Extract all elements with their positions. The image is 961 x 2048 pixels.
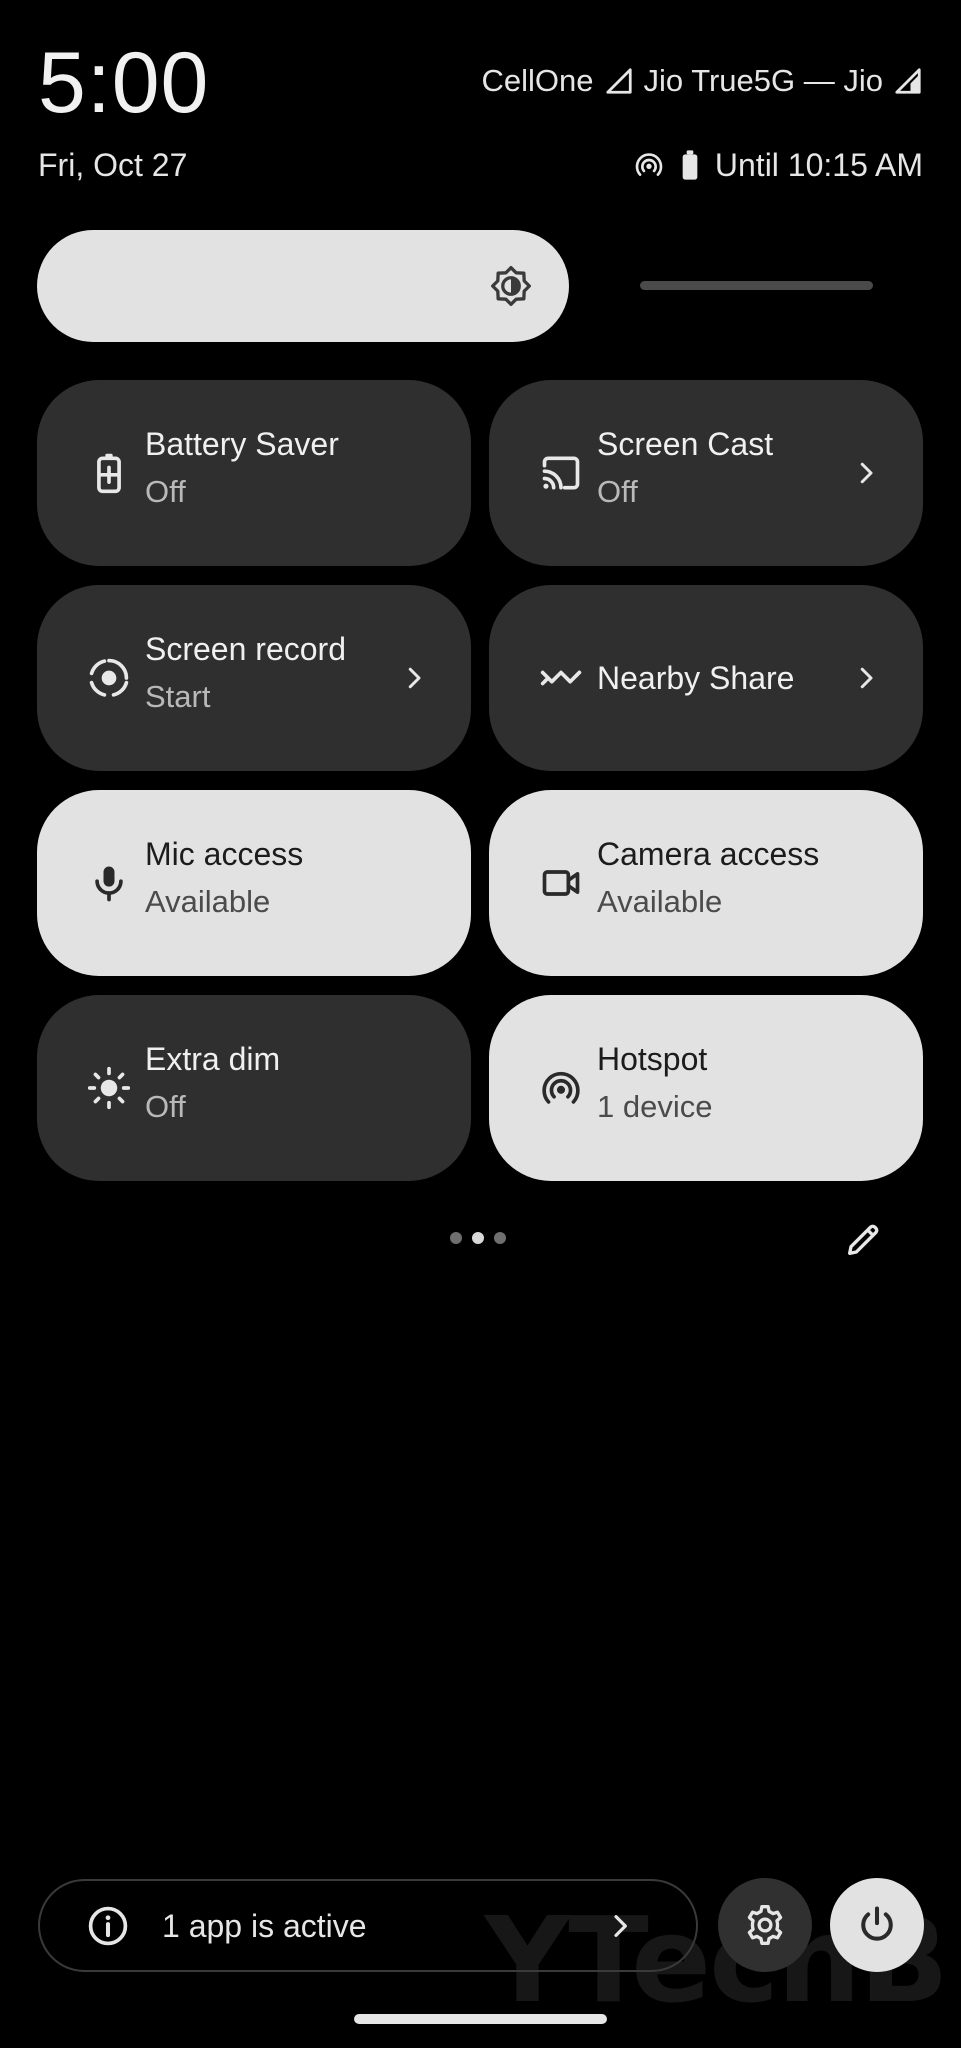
info-icon: [88, 1906, 128, 1946]
signal-icon: [895, 68, 921, 94]
tile-state: Available: [597, 884, 723, 919]
status-row: Until 10:15 AM: [633, 145, 923, 185]
tile-camera-access[interactable]: Camera access Available: [489, 790, 923, 976]
extra-dim-icon: [87, 1066, 131, 1110]
tile-mic-access[interactable]: Mic access Available: [37, 790, 471, 976]
tile-screen-record[interactable]: Screen record Start: [37, 585, 471, 771]
tile-hotspot[interactable]: Hotspot 1 device: [489, 995, 923, 1181]
chevron-right-icon: [408, 667, 421, 689]
tile-extra-dim[interactable]: Extra dim Off: [37, 995, 471, 1181]
hotspot-status-icon: [635, 153, 663, 176]
tile-label: Screen Cast: [597, 426, 774, 462]
chevron-right-icon: [860, 462, 873, 484]
active-apps-text: 1 app is active: [162, 1908, 367, 1944]
active-apps-button[interactable]: 1 app is active: [38, 1879, 698, 1972]
camera-icon: [542, 870, 580, 896]
battery-text: Until 10:15 AM: [714, 146, 923, 183]
tile-screen-cast[interactable]: Screen Cast Off: [489, 380, 923, 566]
tile-state: Available: [145, 884, 271, 919]
tile-battery-saver[interactable]: Battery Saver Off: [37, 380, 471, 566]
page-dot-active: [472, 1232, 484, 1244]
carrier-name-1: CellOne: [481, 63, 594, 98]
chevron-right-icon: [614, 1915, 627, 1937]
tile-state: Off: [145, 1089, 186, 1124]
carrier-name-2: Jio True5G — Jio: [643, 63, 883, 98]
brightness-icon: [491, 266, 531, 306]
tile-state: 1 device: [597, 1089, 713, 1124]
tile-state: Start: [145, 679, 211, 714]
page-indicator[interactable]: [450, 1232, 506, 1244]
battery-icon: [682, 150, 698, 180]
tile-label: Nearby Share: [597, 660, 795, 696]
tile-label: Hotspot: [597, 1041, 708, 1077]
home-gesture-bar[interactable]: [354, 2014, 607, 2024]
screen-record-icon: [89, 658, 129, 697]
power-icon: [861, 1906, 893, 1941]
tile-label: Battery Saver: [145, 426, 339, 462]
tile-label: Extra dim: [145, 1041, 281, 1077]
tile-label: Screen record: [145, 631, 346, 667]
brightness-track[interactable]: [640, 281, 873, 290]
hotspot-icon: [542, 1071, 580, 1104]
settings-button[interactable]: [718, 1878, 812, 1972]
mic-icon: [95, 866, 123, 902]
tile-state: Off: [145, 474, 186, 509]
edit-pencil-icon[interactable]: [843, 1220, 883, 1260]
tile-label: Mic access: [145, 836, 304, 872]
date[interactable]: Fri, Oct 27: [38, 145, 187, 185]
nearby-share-icon: [540, 670, 582, 686]
page-dot: [450, 1232, 462, 1244]
power-button[interactable]: [830, 1878, 924, 1972]
settings-icon: [747, 1905, 783, 1945]
tile-state: Off: [597, 474, 638, 509]
battery-saver-icon: [97, 453, 121, 494]
cast-icon: [542, 456, 580, 490]
tile-nearby-share[interactable]: Nearby Share: [489, 585, 923, 771]
carrier-row: CellOne Jio True5G — Jio: [482, 60, 923, 102]
tile-label: Camera access: [597, 836, 820, 872]
page-dot: [494, 1232, 506, 1244]
clock[interactable]: 5:00: [38, 28, 209, 138]
signal-icon: [605, 68, 632, 94]
chevron-right-icon: [860, 667, 873, 689]
